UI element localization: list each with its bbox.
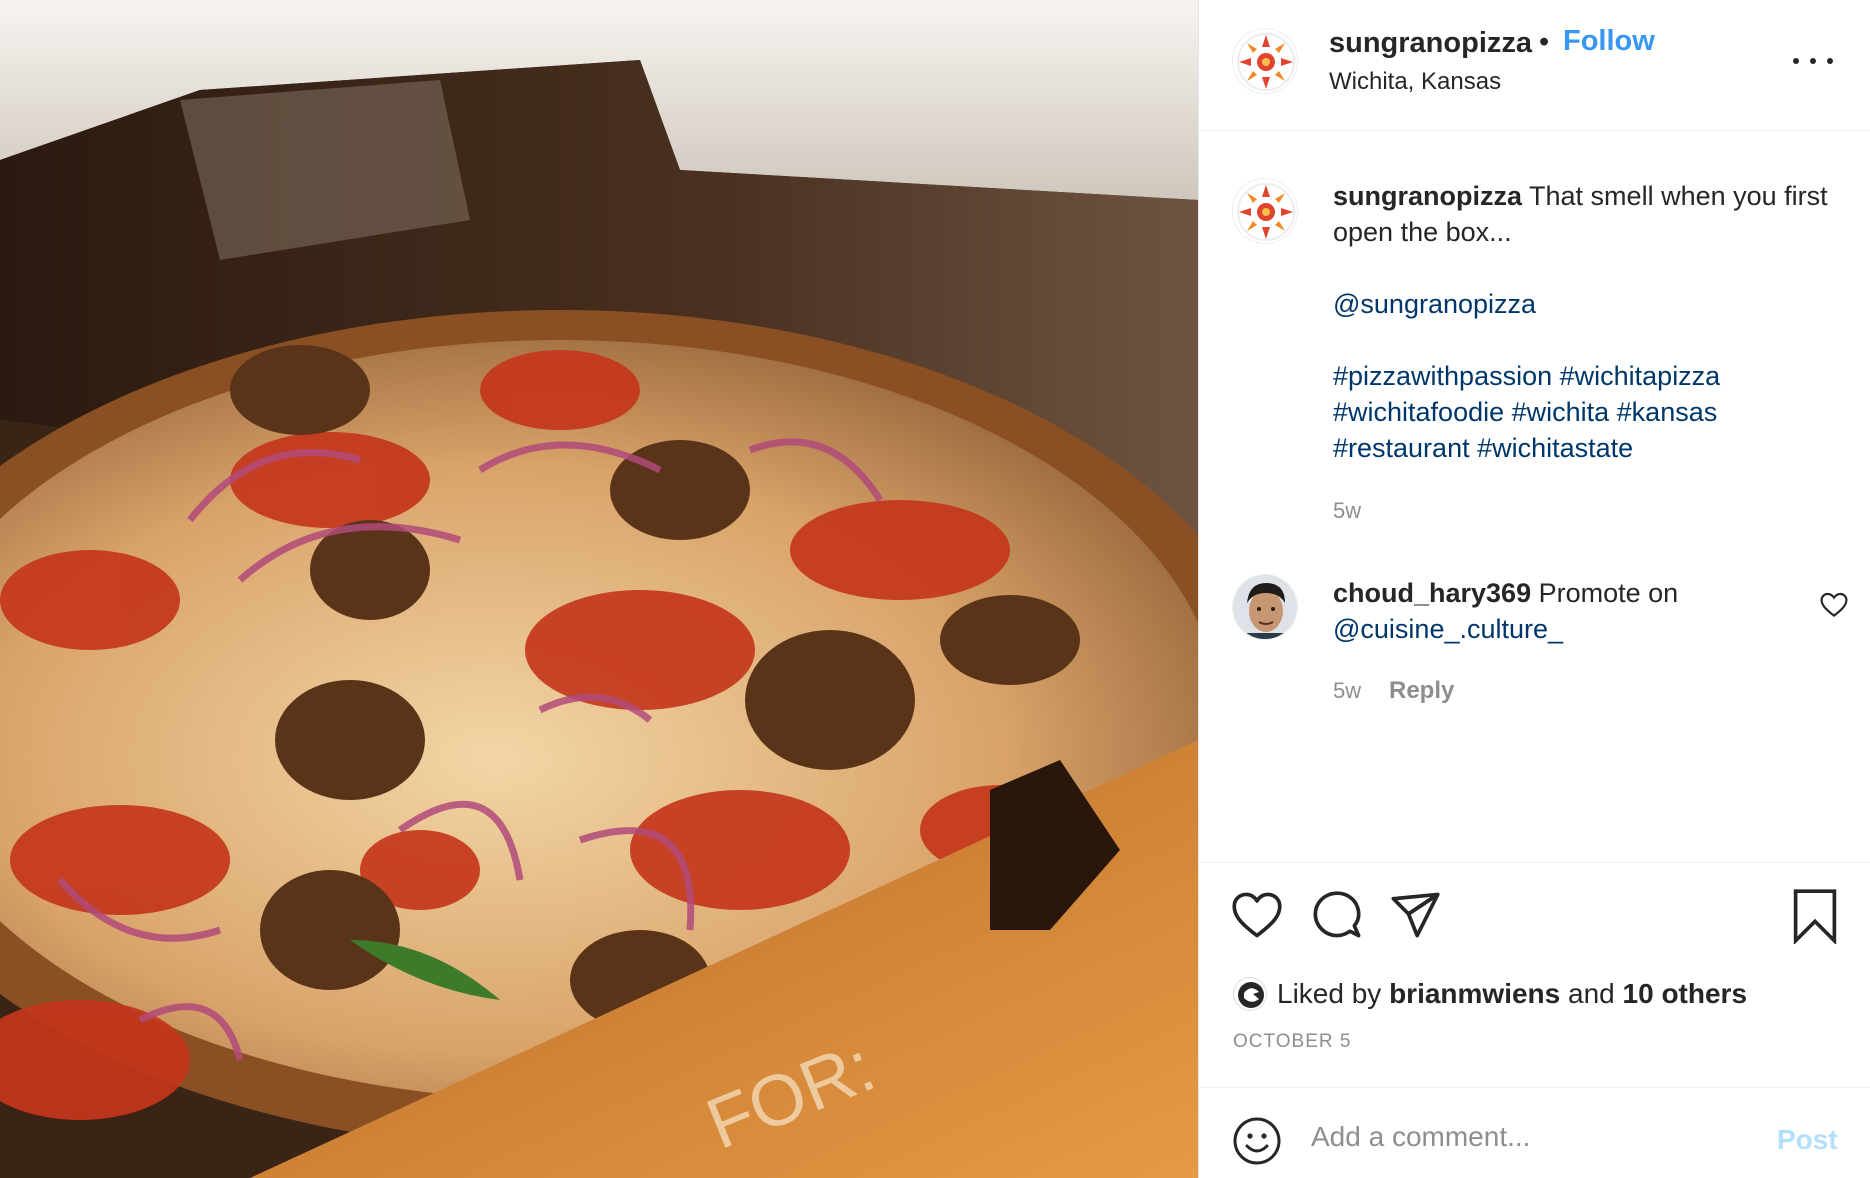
comment-mention[interactable]: @cuisine_.culture_ [1333,614,1563,644]
sungrano-logo-icon [1237,183,1295,241]
comment-body: choud_hary369 Promote on @cuisine_.cultu… [1333,575,1753,647]
liked-and: and [1568,978,1615,1009]
sungrano-logo-icon [1237,33,1295,91]
post-side-panel: sungranopizza • Follow Wichita, Kansas s… [1198,0,1870,1178]
reply-button[interactable]: Reply [1389,677,1454,705]
caption-avatar[interactable] [1232,178,1298,244]
comment-icon[interactable] [1311,890,1363,940]
comment-timestamp[interactable]: 5w [1333,678,1361,704]
follow-button[interactable]: Follow [1563,25,1655,58]
comment-like-heart-icon[interactable] [1819,592,1849,618]
caption-hashtags-1[interactable]: #pizzawithpassion #wichitapizza [1333,361,1720,391]
post-comment-button[interactable]: Post [1777,1124,1838,1156]
add-comment-bar: Post [1199,1087,1870,1178]
commenter-avatar[interactable] [1232,574,1298,640]
header-separator: • [1539,26,1550,58]
liked-by-row: Liked by brianmwiens and 10 others [1233,974,1747,1014]
pizza-image: FOR: [0,0,1198,1178]
more-horizontal-icon[interactable] [1791,46,1835,76]
caption-hashtags-2[interactable]: #wichitafoodie #wichita #kansas [1333,397,1717,427]
profile-avatar[interactable] [1232,28,1298,94]
post-header: sungranopizza • Follow Wichita, Kansas [1199,0,1870,131]
caption-mention[interactable]: @sungranopizza [1333,289,1536,319]
bookmark-icon[interactable] [1791,888,1839,944]
liker-avatar[interactable] [1233,977,1267,1011]
actions-divider [1199,862,1870,863]
post-location[interactable]: Wichita, Kansas [1329,68,1501,96]
post-date[interactable]: OCTOBER 5 [1233,1031,1351,1053]
post-caption: sungranopizza That smell when you first … [1333,178,1833,466]
post-photo[interactable]: FOR: [0,0,1198,1178]
comment-username[interactable]: choud_hary369 [1333,578,1531,608]
caption-timestamp[interactable]: 5w [1333,498,1361,524]
emoji-smile-icon[interactable] [1232,1116,1282,1166]
caption-username[interactable]: sungranopizza [1333,181,1522,211]
liked-others[interactable]: 10 others [1623,978,1748,1010]
commenter-photo [1233,575,1297,639]
liked-user[interactable]: brianmwiens [1389,978,1560,1010]
header-username[interactable]: sungranopizza [1329,27,1532,60]
liker-avatar-icon [1238,982,1264,1008]
paper-plane-icon[interactable] [1389,890,1441,940]
caption-hashtags-3[interactable]: #restaurant #wichitastate [1333,433,1633,463]
add-comment-input[interactable] [1311,1112,1751,1162]
liked-prefix: Liked by [1277,978,1382,1009]
heart-icon[interactable] [1231,890,1283,940]
comment-text: Promote on [1538,578,1679,608]
